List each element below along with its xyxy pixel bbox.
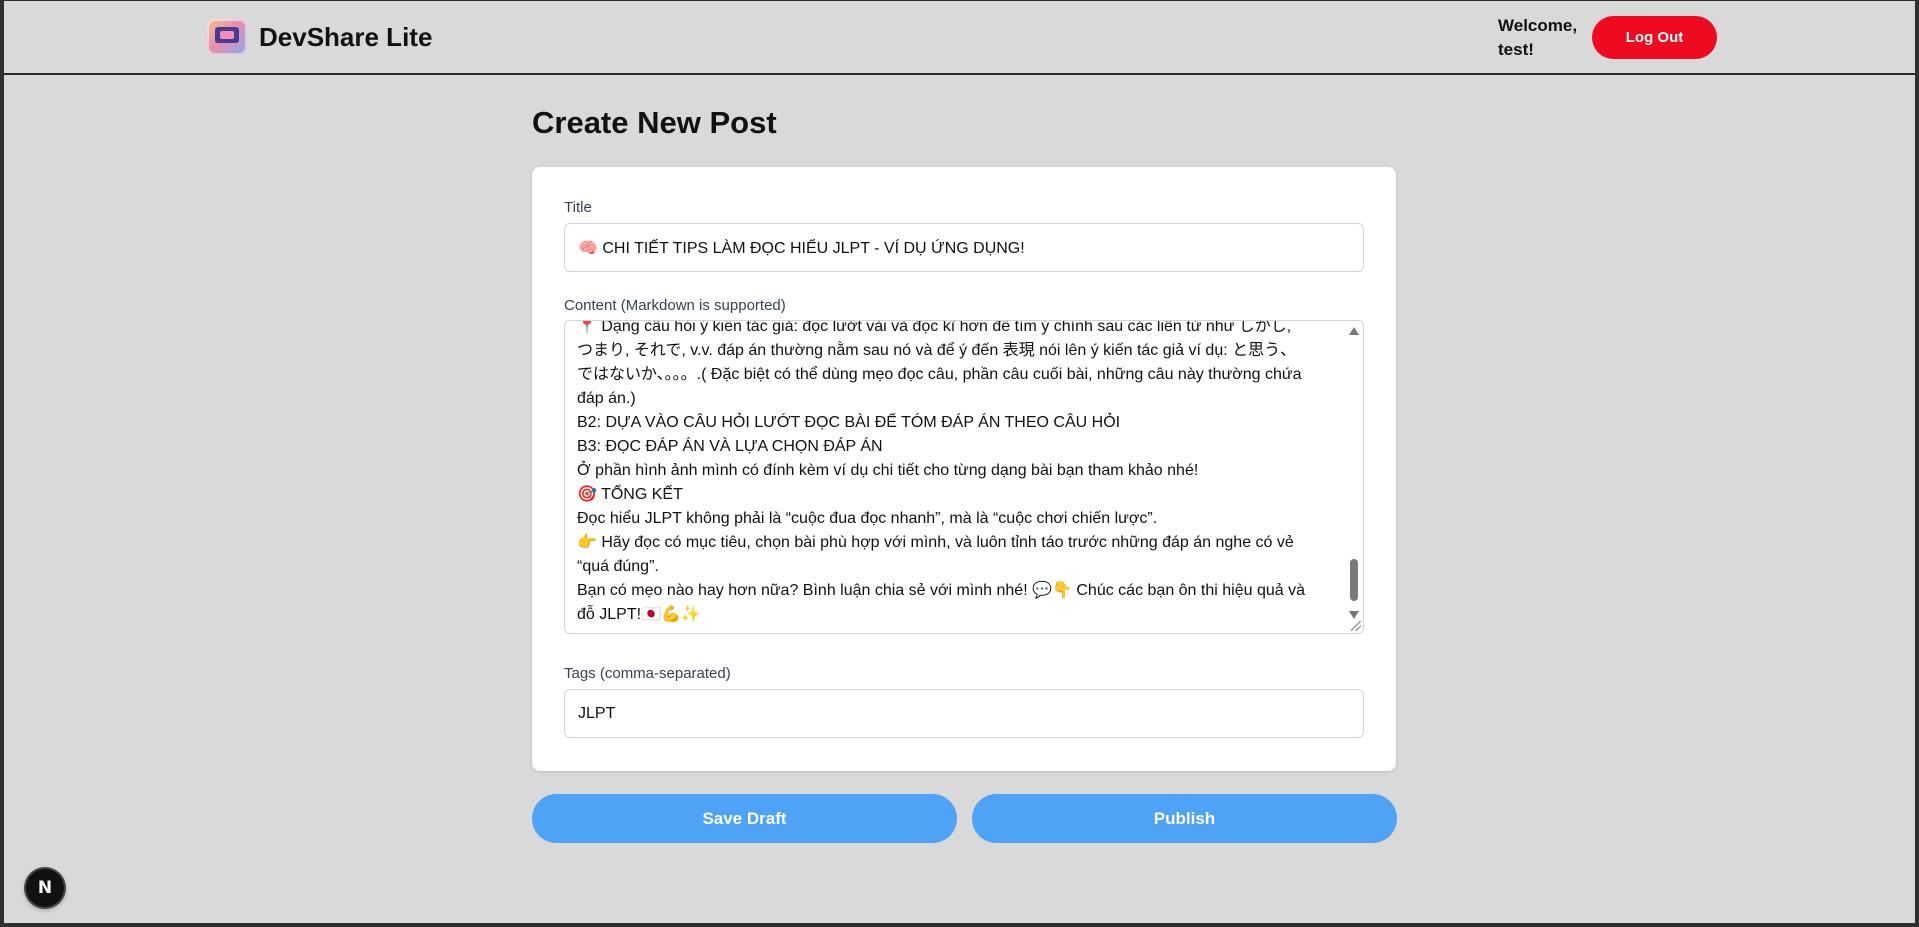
publish-button[interactable]: Publish bbox=[972, 794, 1397, 843]
tags-input[interactable]: JLPT bbox=[564, 689, 1364, 738]
content-line: đỗ JLPT!🇯🇵💪✨ bbox=[577, 606, 701, 623]
content-line: 🎯 TỔNG KẾT bbox=[577, 486, 683, 503]
brand-name: DevShare Lite bbox=[259, 21, 433, 52]
top-header: DevShare Lite Welcome, test! Log Out bbox=[4, 1, 1915, 75]
content-line: B3: ĐỌC ĐÁP ÁN VÀ LỰA CHỌN ĐÁP ÁN bbox=[577, 438, 883, 455]
scroll-up-arrow-icon[interactable] bbox=[1349, 327, 1359, 335]
page-title: Create New Post bbox=[532, 105, 777, 140]
save-draft-button[interactable]: Save Draft bbox=[532, 794, 957, 843]
content-text: 📍 Dạng câu hỏi ý kiến tác giả: đọc lướt … bbox=[577, 320, 1337, 627]
post-form-card: Title 🧠 CHI TIẾT TIPS LÀM ĐỌC HIỂU JLPT … bbox=[532, 167, 1396, 771]
content-scrollbar[interactable] bbox=[1347, 323, 1361, 619]
title-label: Title bbox=[564, 199, 592, 216]
content-line: Bạn có mẹo nào hay hơn nữa? Bình luận ch… bbox=[577, 582, 1305, 599]
content-line: B2: DỰA VÀO CÂU HỎI LƯỚT ĐỌC BÀI ĐỂ TÓM … bbox=[577, 414, 1121, 431]
content-line: đáp án.) bbox=[577, 390, 636, 407]
tags-label: Tags (comma-separated) bbox=[564, 665, 731, 682]
app-logo-icon bbox=[207, 19, 247, 55]
content-label: Content (Markdown is supported) bbox=[564, 297, 786, 314]
content-line: つまり, それで, v.v. đáp án thường nằm sau nó … bbox=[577, 342, 1297, 359]
content-line: ではないか、。。。.( Đặc biệt có thể dùng mẹo đọc… bbox=[577, 366, 1302, 383]
scrollbar-thumb[interactable] bbox=[1350, 559, 1358, 601]
welcome-text: Welcome, test! bbox=[1498, 16, 1578, 59]
title-input[interactable]: 🧠 CHI TIẾT TIPS LÀM ĐỌC HIỂU JLPT - VÍ D… bbox=[564, 223, 1364, 272]
content-textarea[interactable]: 📍 Dạng câu hỏi ý kiến tác giả: đọc lướt … bbox=[564, 320, 1364, 634]
brand[interactable]: DevShare Lite bbox=[207, 19, 432, 55]
dev-tools-badge[interactable]: N bbox=[26, 869, 64, 907]
resize-handle-icon[interactable] bbox=[1351, 621, 1361, 631]
content-line: “quá đúng”. bbox=[577, 558, 659, 575]
content-line: 📍 Dạng câu hỏi ý kiến tác giả: đọc lướt … bbox=[577, 320, 1292, 335]
content-line: Đọc hiểu JLPT không phải là “cuộc đua đọ… bbox=[577, 510, 1158, 527]
content-line: 👉 Hãy đọc có mục tiêu, chọn bài phù hợp … bbox=[577, 534, 1294, 551]
scroll-down-arrow-icon[interactable] bbox=[1349, 611, 1359, 619]
content-line: Ở phần hình ảnh mình có đính kèm ví dụ c… bbox=[577, 462, 1199, 479]
logout-button[interactable]: Log Out bbox=[1592, 16, 1717, 59]
